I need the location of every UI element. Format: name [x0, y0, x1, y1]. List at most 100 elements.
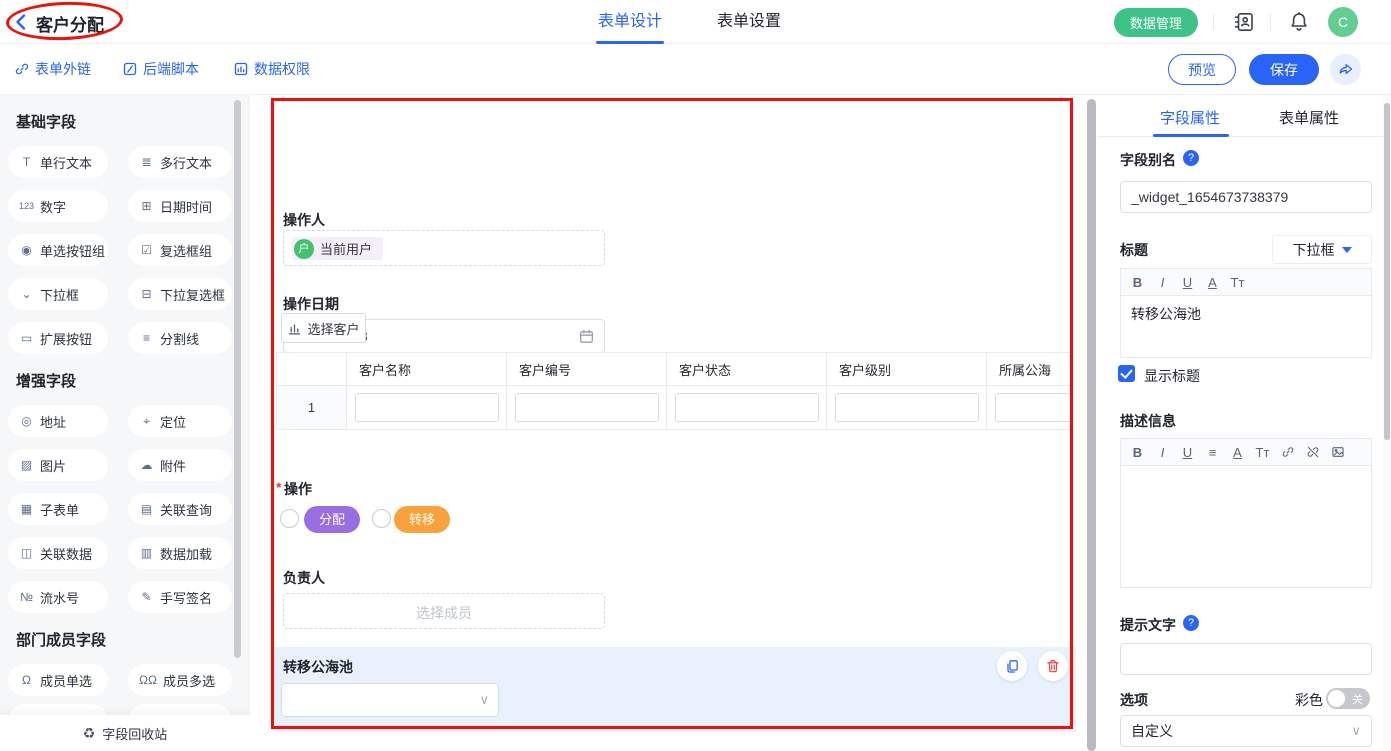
canvas-scrollbar[interactable]: [1087, 99, 1096, 751]
italic-icon[interactable]: I: [1150, 275, 1175, 290]
sidebar-section-title: 部门成员字段: [16, 629, 250, 650]
date-field-label: 操作日期: [283, 294, 339, 314]
show-title-checkbox[interactable]: [1118, 365, 1135, 382]
sidebar-item-extend-button[interactable]: ▭扩展按钮: [8, 322, 108, 354]
sidebar-item-multi-select[interactable]: ⊟下拉复选框: [128, 278, 232, 310]
divider: [1270, 14, 1271, 30]
sidebar-item-divider-line[interactable]: ≡分割线: [128, 322, 232, 354]
contacts-book-icon[interactable]: [1232, 10, 1256, 34]
data-permission-label: 数据权限: [254, 59, 310, 79]
chevron-left-icon: [12, 12, 32, 32]
save-button[interactable]: 保存: [1249, 54, 1319, 85]
data-manage-button[interactable]: 数据管理: [1114, 8, 1198, 37]
select-customer-button[interactable]: 选择客户: [281, 313, 366, 343]
italic-icon[interactable]: I: [1150, 445, 1175, 460]
back-button[interactable]: [12, 12, 32, 32]
form-external-link[interactable]: 表单外链: [14, 59, 91, 79]
font-color-icon[interactable]: A: [1225, 445, 1250, 460]
sidebar-item-serial-number[interactable]: №流水号: [8, 581, 108, 613]
copy-field-button[interactable]: [997, 651, 1027, 681]
sidebar-item-related-query[interactable]: ▤关联查询: [128, 493, 232, 525]
font-size-icon[interactable]: Tт: [1225, 275, 1250, 290]
hint-text-input[interactable]: [1120, 643, 1372, 675]
field-recycle-bin[interactable]: ♻ 字段回收站: [0, 715, 250, 751]
title-label: 标题: [1120, 240, 1148, 260]
remove-link-icon[interactable]: [1300, 445, 1325, 459]
tab-form-design[interactable]: 表单设计: [598, 0, 662, 43]
font-color-icon[interactable]: A: [1200, 275, 1225, 290]
sidebar-item-label: 图片: [40, 456, 66, 475]
radio-assign[interactable]: [280, 509, 299, 528]
toggle-off-label: 关: [1352, 691, 1363, 707]
operator-field-input[interactable]: 户 当前用户: [283, 230, 605, 266]
insert-image-icon[interactable]: [1325, 445, 1350, 459]
underline-icon[interactable]: U: [1175, 445, 1200, 460]
share-button[interactable]: [1330, 54, 1361, 85]
sidebar-item-member-multi[interactable]: ΩΩ成员多选: [128, 664, 232, 696]
table-cell-input[interactable]: [835, 393, 979, 422]
color-toggle[interactable]: 关: [1326, 688, 1370, 709]
sidebar-item-member-single[interactable]: Ω成员单选: [8, 664, 108, 696]
table-cell-input[interactable]: [515, 393, 659, 422]
help-icon[interactable]: ?: [1183, 615, 1199, 631]
insert-link-icon[interactable]: [1275, 445, 1300, 459]
sidebar-item-select[interactable]: ⌄下拉框: [8, 278, 108, 310]
table-cell: [826, 386, 986, 429]
selected-field-block[interactable]: 转移公海池 ∨: [274, 647, 1076, 732]
widget-type-select[interactable]: 下拉框: [1272, 235, 1372, 264]
field-alias-input[interactable]: [1120, 181, 1372, 213]
option-pill-assign[interactable]: 分配: [304, 506, 360, 533]
sidebar-scrollbar[interactable]: [234, 100, 241, 658]
subform-icon: ▦: [19, 502, 34, 516]
delete-field-button[interactable]: [1038, 651, 1068, 681]
sidebar-item-address[interactable]: ◎地址: [8, 405, 108, 437]
backend-script-link[interactable]: 后端脚本: [122, 59, 199, 79]
title-editor[interactable]: 转移公海池: [1120, 296, 1372, 358]
align-icon[interactable]: ≡: [1200, 445, 1225, 460]
sidebar-item-checkbox-group[interactable]: ☑复选框组: [128, 234, 232, 266]
preview-button[interactable]: 预览: [1168, 54, 1236, 85]
bold-icon[interactable]: B: [1125, 275, 1150, 290]
option-source-select[interactable]: 自定义 ∨: [1120, 715, 1372, 747]
sidebar-item-subform[interactable]: ▦子表单: [8, 493, 108, 525]
table-column-header: 客户状态: [666, 353, 826, 385]
sidebar-item-single-line-text[interactable]: T单行文本: [8, 146, 108, 178]
owner-field-input[interactable]: 选择成员: [283, 593, 605, 629]
sidebar-item-datetime[interactable]: ⊞日期时间: [128, 190, 232, 222]
avatar[interactable]: C: [1328, 7, 1358, 37]
description-editor[interactable]: [1120, 466, 1372, 588]
data-permission-link[interactable]: 数据权限: [233, 59, 310, 79]
bell-icon[interactable]: [1287, 10, 1311, 34]
sidebar-item-number[interactable]: 123数字: [8, 190, 108, 222]
page-scrollbar-thumb[interactable]: [1384, 103, 1390, 440]
sidebar-item-image[interactable]: ▨图片: [8, 449, 108, 481]
share-arrow-icon: [1337, 61, 1354, 78]
sidebar-item-label: 关联查询: [160, 500, 212, 519]
pool-select[interactable]: ∨: [281, 683, 499, 717]
sidebar-section-title: 基础字段: [16, 111, 250, 132]
option-pill-transfer[interactable]: 转移: [394, 506, 450, 533]
sidebar-item-related-data[interactable]: ◫关联数据: [8, 537, 108, 569]
underline-icon[interactable]: U: [1175, 275, 1200, 290]
bold-icon[interactable]: B: [1125, 445, 1150, 460]
description-richtext-toolbar: B I U ≡ A Tт: [1120, 438, 1372, 466]
permission-icon: [233, 61, 249, 77]
tab-form-settings[interactable]: 表单设置: [717, 0, 781, 43]
table-cell-input[interactable]: [995, 393, 1070, 422]
tab-field-properties[interactable]: 字段属性: [1160, 107, 1220, 128]
sidebar-item-data-load[interactable]: ▥数据加载: [128, 537, 232, 569]
properties-panel: 字段属性 表单属性 字段别名 ? 标题 下拉框 B I U A Tт 转移公海池…: [1098, 95, 1383, 751]
font-size-icon[interactable]: Tт: [1250, 445, 1275, 460]
sidebar-item-radio-group[interactable]: ◉单选按钮组: [8, 234, 108, 266]
sidebar-item-attachment[interactable]: ☁附件: [128, 449, 232, 481]
current-user-tag[interactable]: 户 当前用户: [292, 237, 383, 260]
radio-group-icon: ◉: [19, 243, 34, 257]
table-cell-input[interactable]: [675, 393, 819, 422]
radio-transfer[interactable]: [372, 509, 391, 528]
help-icon[interactable]: ?: [1183, 150, 1199, 166]
sidebar-item-signature[interactable]: ✎手写签名: [128, 581, 232, 613]
table-cell-input[interactable]: [355, 393, 499, 422]
sidebar-item-location[interactable]: ⌖定位: [128, 405, 232, 437]
tab-form-properties[interactable]: 表单属性: [1279, 107, 1339, 128]
sidebar-item-multi-line-text[interactable]: ≣多行文本: [128, 146, 232, 178]
